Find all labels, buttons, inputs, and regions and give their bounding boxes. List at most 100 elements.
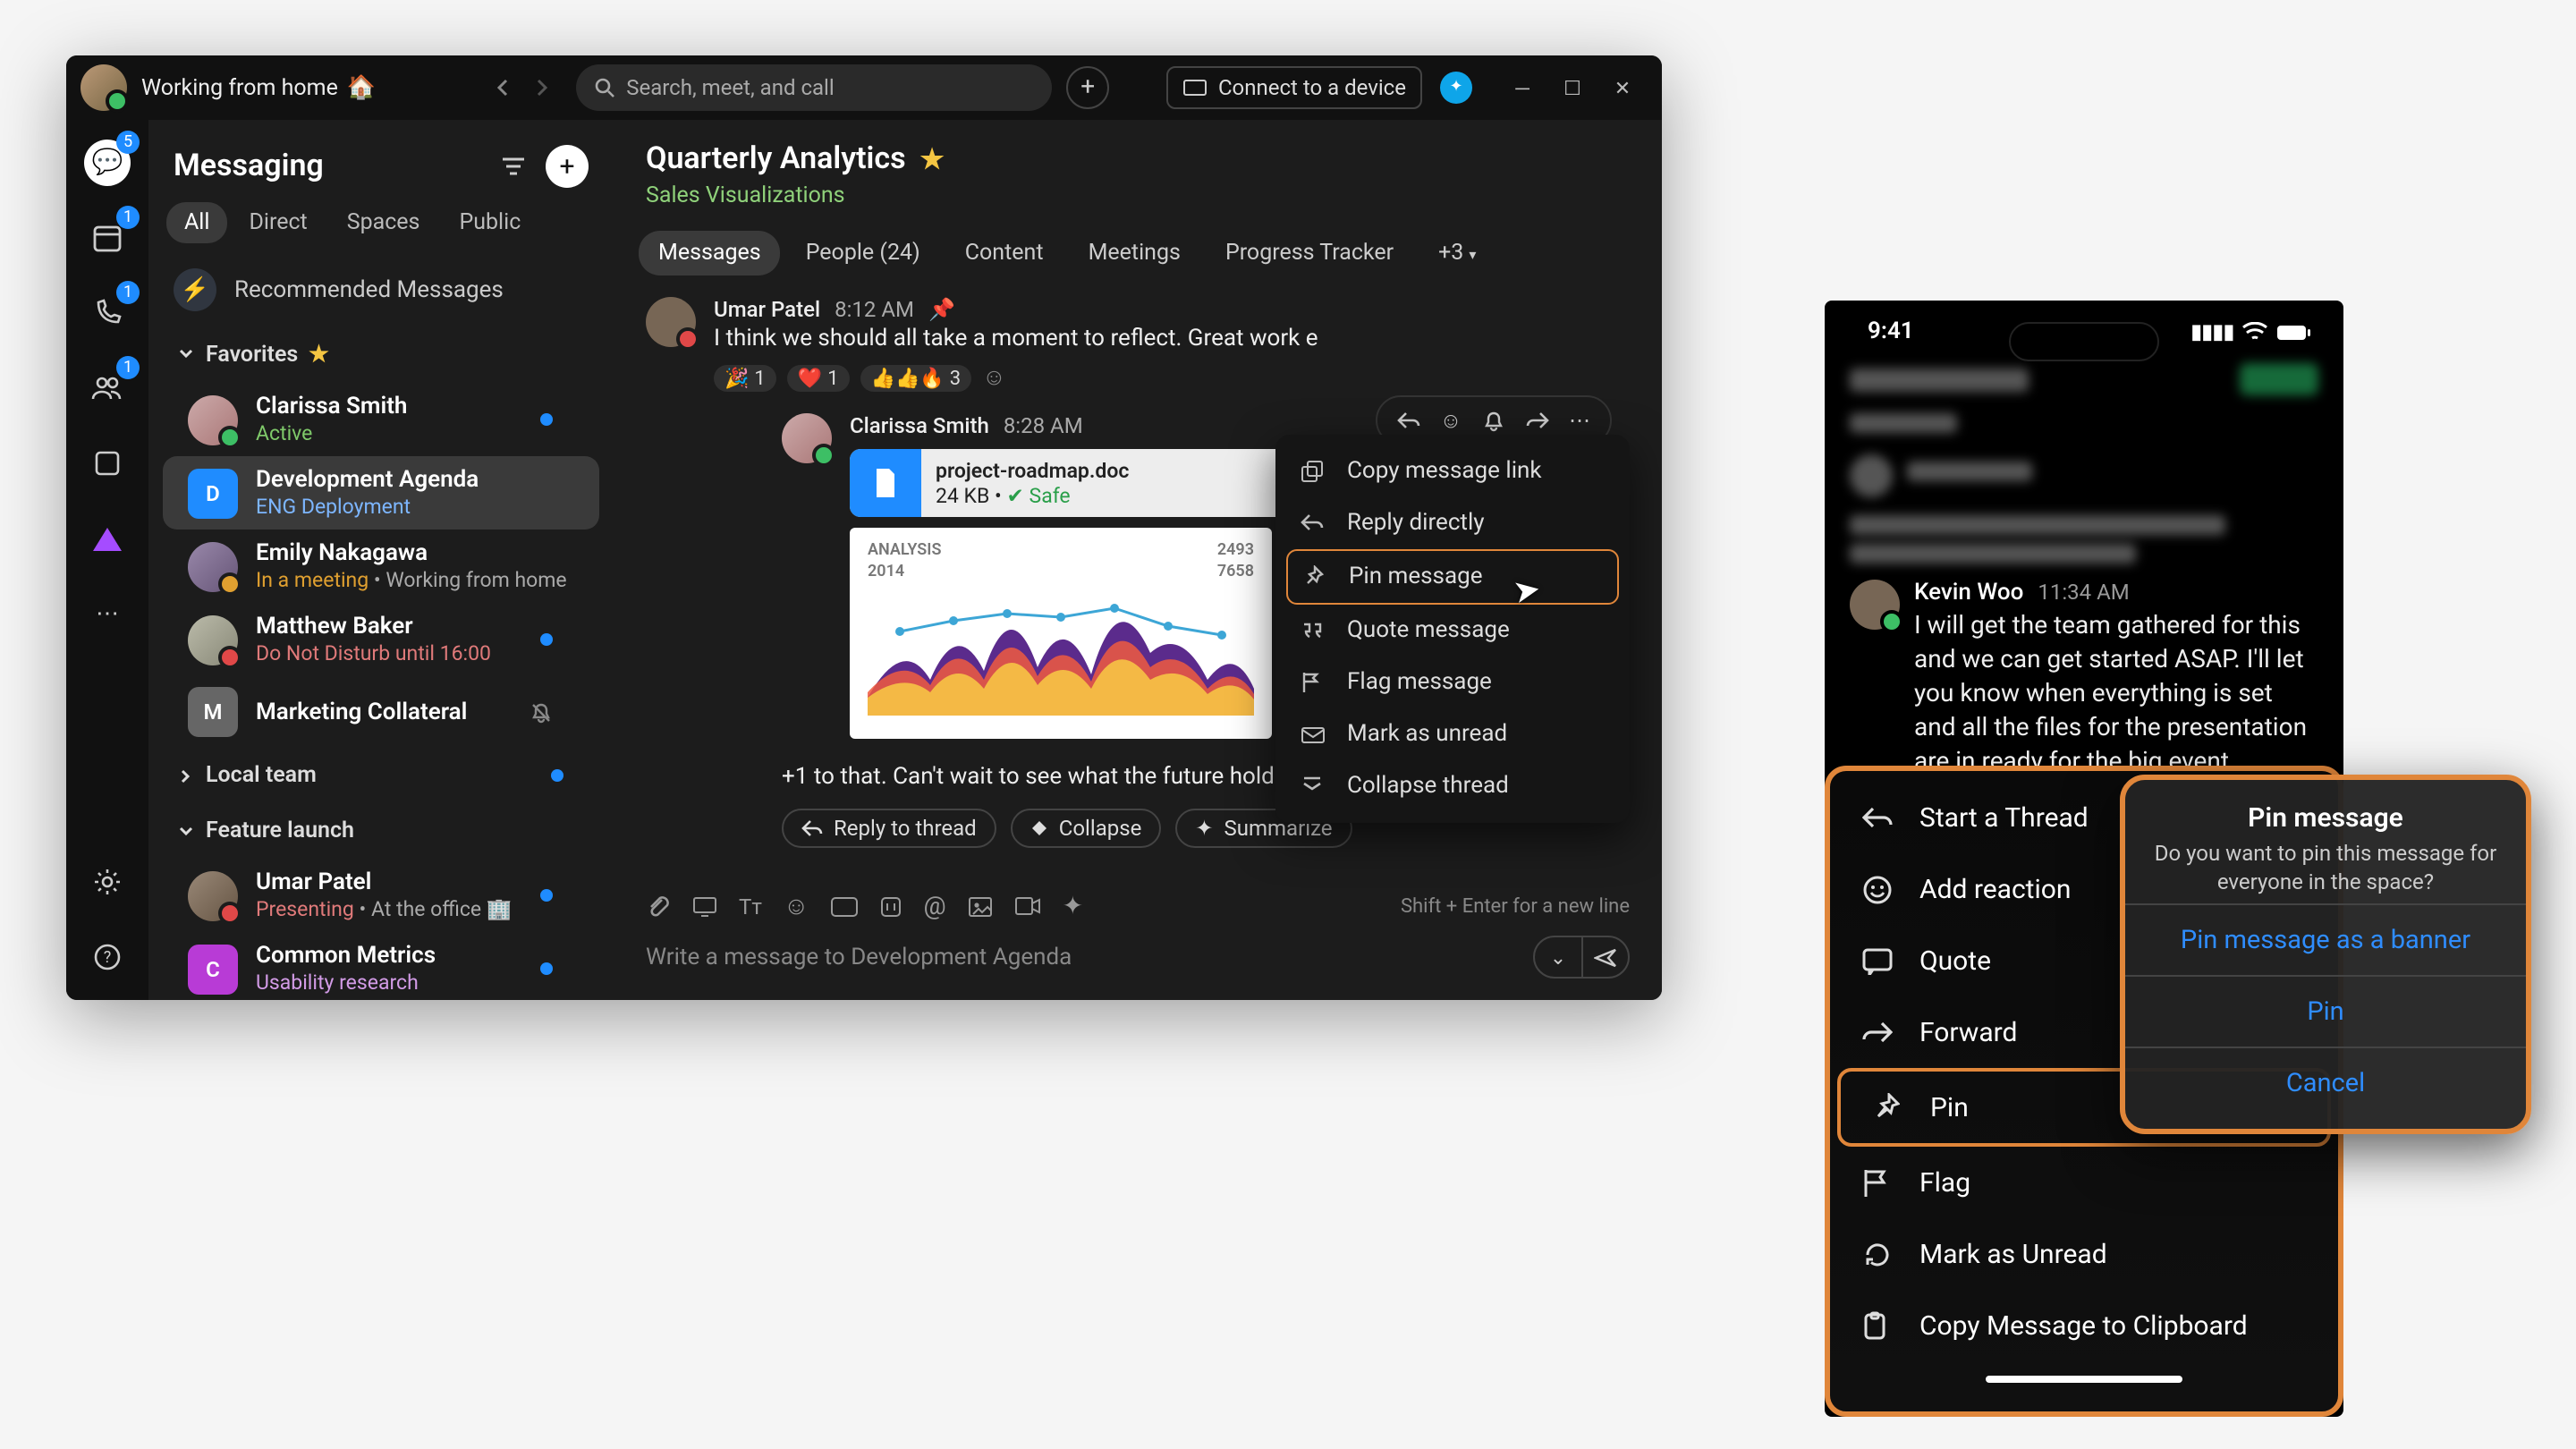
sidebar-item-marketing[interactable]: M Marketing Collateral [163,676,599,748]
signal-icon: ▮▮▮▮ [2191,320,2234,343]
connect-device[interactable]: Connect to a device [1166,66,1422,109]
author-avatar[interactable] [646,297,696,347]
sidebar-item-umar[interactable]: Umar PatelPresenting • At the office 🏢 [163,859,599,932]
desktop-window: Working from home 🏠 Search, meet, and ca… [66,55,1662,1000]
rail-more[interactable]: ⋯ [82,589,132,639]
mobile-avatar[interactable] [1850,580,1900,630]
video-icon[interactable] [1014,896,1041,916]
search-input[interactable]: Search, meet, and call [576,64,1052,111]
sheet-copy[interactable]: Copy Message to Clipboard [1830,1290,2338,1361]
popup-title: Pin message [2143,801,2508,834]
gif-icon[interactable] [830,895,859,917]
star-icon[interactable]: ★ [920,143,945,175]
recommended-row[interactable]: ⚡ Recommended Messages [148,254,614,326]
reply-icon [1862,805,1898,830]
tab-public[interactable]: Public [441,202,538,243]
ctx-quote[interactable]: Quote message [1286,605,1619,657]
image-icon[interactable] [968,895,993,917]
rail-messaging[interactable]: 💬 5 [82,138,132,188]
ctx-collapse[interactable]: Collapse thread [1286,760,1619,812]
user-status[interactable]: Working from home [141,74,338,101]
mention-icon[interactable]: @ [923,892,945,920]
nav-back[interactable] [483,68,522,107]
rail-apps[interactable] [82,513,132,564]
filter-icon[interactable] [492,145,535,188]
tab-spaces[interactable]: Spaces [329,202,438,243]
window-minimize[interactable]: ─ [1497,63,1547,113]
ctx-reply[interactable]: Reply directly [1286,497,1619,549]
local-team-label: Local team [206,762,317,789]
attach-icon[interactable] [646,894,671,919]
unread-dot [540,889,553,902]
sidebar-item-clarissa[interactable]: Clarissa SmithActive [163,383,599,456]
nav-forward[interactable] [522,68,562,107]
sidebar-item-matthew[interactable]: Matthew BakerDo Not Disturb until 16:00 [163,603,599,676]
unread-dot [551,769,564,782]
compose-input[interactable]: Write a message to Development Agenda [646,944,1515,970]
author-avatar[interactable] [782,413,832,463]
screen-icon[interactable] [692,895,717,917]
home-indicator[interactable] [1986,1376,2182,1383]
ctx-unread[interactable]: Mark as unread [1286,708,1619,760]
mobile-message[interactable]: Kevin Woo11:34 AM I will get the team ga… [1825,572,2343,797]
sidebar-item-common-metrics[interactable]: C Common MetricsUsability research [163,932,599,1000]
emoji-icon[interactable]: ☺ [784,891,809,921]
popup-pin[interactable]: Pin [2143,977,2508,1046]
tab-direct[interactable]: Direct [231,202,325,243]
sheet-flag[interactable]: Flag [1830,1147,2338,1218]
image-preview[interactable]: ANALYSIS 2014 2493 7658 [850,528,1272,739]
poll-icon[interactable] [880,895,902,917]
unread-dot [540,962,553,975]
rail-teams[interactable]: 1 [82,363,132,413]
reaction[interactable]: 👍👍🔥3 [860,364,972,391]
ctx-pin[interactable]: Pin message [1286,549,1619,605]
assist-dot[interactable]: ✦ [1440,72,1472,104]
tab-content[interactable]: Content [945,231,1063,275]
rail-settings[interactable] [82,857,132,907]
new-button[interactable]: + [1066,66,1109,109]
tab-all[interactable]: All [166,202,227,243]
section-local-team[interactable]: Local team [148,748,614,803]
collapse-chip[interactable]: Collapse [1011,809,1162,848]
sheet-unread[interactable]: Mark as Unread [1830,1218,2338,1290]
rail-calls[interactable]: 1 [82,288,132,338]
section-feature-launch[interactable]: Feature launch [148,803,614,859]
tab-messages[interactable]: Messages [639,231,781,275]
chevron-down-icon[interactable]: ⌄ [1535,937,1581,977]
rail-files[interactable] [82,438,132,488]
user-avatar[interactable] [80,64,127,111]
search-placeholder: Search, meet, and call [626,75,835,100]
rail-calendar[interactable]: 1 [82,213,132,263]
tab-progress[interactable]: Progress Tracker [1206,231,1413,275]
reaction[interactable]: ❤️1 [787,364,850,391]
team-badge: 1 [116,356,140,379]
connect-label: Connect to a device [1218,75,1406,100]
channel-subtitle[interactable]: Sales Visualizations [646,182,1630,209]
quote-icon [1862,947,1898,974]
send-button[interactable]: ⌄ [1533,936,1630,979]
add-reaction[interactable]: ☺ [982,363,1006,392]
rail-help[interactable]: ? [82,932,132,982]
format-icon[interactable]: Tт [739,894,762,919]
mobile-time: 9:41 [1868,318,1914,345]
reply-thread-chip[interactable]: Reply to thread [782,809,996,848]
ctx-flag[interactable]: Flag message [1286,657,1619,708]
wifi-icon [2241,322,2268,342]
tab-more[interactable]: +3▾ [1419,231,1496,275]
ai-icon[interactable]: ✦ [1063,892,1083,920]
window-maximize[interactable]: ☐ [1547,63,1597,113]
window-close[interactable]: ✕ [1597,63,1648,113]
send-icon[interactable] [1581,937,1628,977]
popup-cancel[interactable]: Cancel [2143,1048,2508,1118]
smile-icon [1862,874,1898,904]
sidebar-item-development-agenda[interactable]: D Development AgendaENG Deployment [163,456,599,530]
sidebar-title: Messaging [174,148,492,184]
tab-people[interactable]: People (24) [786,231,940,275]
tab-meetings[interactable]: Meetings [1069,231,1200,275]
new-message-button[interactable]: + [546,145,589,188]
popup-pin-banner[interactable]: Pin message as a banner [2143,905,2508,975]
ctx-copy-link[interactable]: Copy message link [1286,445,1619,497]
section-favorites[interactable]: Favorites ★ [148,326,614,383]
reaction[interactable]: 🎉1 [714,364,776,391]
sidebar-item-emily[interactable]: Emily NakagawaIn a meeting • Working fro… [163,530,599,603]
